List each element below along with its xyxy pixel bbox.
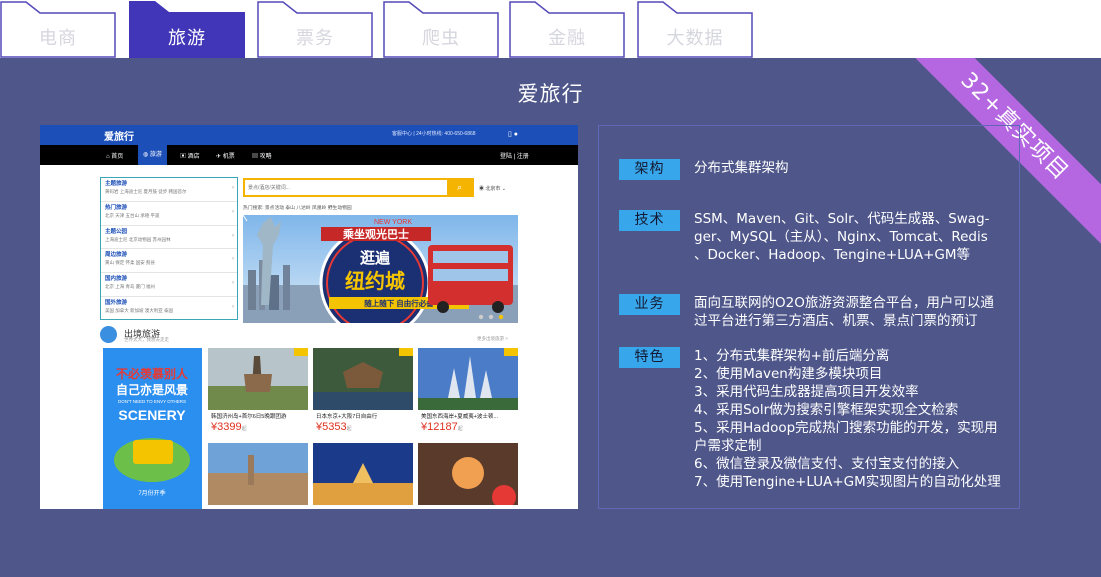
tour-card-image [418, 443, 518, 505]
tour-card-image [313, 443, 413, 505]
promo-line4: SCENERY [118, 407, 186, 423]
chevron-right-icon: › [232, 280, 234, 287]
section-subtitle: 世界太大，我想去走走 [124, 337, 169, 342]
tab-label: 爬虫 [422, 28, 460, 49]
tour-card[interactable] [313, 443, 413, 505]
banner-line2: 逛遍 [360, 249, 391, 267]
tab-label: 电商 [39, 28, 77, 49]
tour-card[interactable]: 韩国济州岛+首尔6日5晚跟团游 ¥3399起 [208, 348, 308, 434]
tab-ticketing[interactable]: 票务 [257, 1, 373, 58]
site-search-input[interactable] [245, 180, 427, 195]
site-nav-guide[interactable]: ▤ 攻略 [252, 151, 272, 160]
site-logo: 爱旅行 [104, 132, 134, 143]
promo-line1: 不必羡慕别人 [116, 366, 189, 381]
chevron-right-icon: › [232, 303, 234, 310]
project-panel: 爱旅行 32+真实项目 爱旅行 客服中心 | 24小时热线: 400-650-6… [0, 58, 1101, 577]
tour-card-image [313, 348, 413, 410]
search-icon[interactable]: ⌕ [447, 180, 472, 195]
tour-card-image [418, 348, 518, 410]
banner-new-york: NEW YORK [374, 219, 412, 226]
tab-label: 金融 [548, 28, 586, 49]
category-item[interactable]: 国内旅游 北京 上海 青岛 厦门 福州 › [101, 273, 237, 297]
chevron-right-icon: › [232, 232, 234, 239]
chevron-right-icon: › [232, 185, 234, 191]
detail-value: 面向互联网的O2O旅游资源整合平台，用户可以通 过平台进行第三方酒店、机票、景点… [694, 295, 994, 329]
site-nav-flight[interactable]: ✈ 机票 [216, 151, 235, 160]
hot-tag-icon [294, 348, 308, 356]
site-search: ⌕ [243, 178, 474, 197]
category-item[interactable]: 热门旅游 北京 天津 五台山 承德 平遥 › [101, 202, 237, 226]
tour-card[interactable] [208, 443, 308, 505]
tab-crawler[interactable]: 爬虫 [383, 1, 499, 58]
banner-graphic: 乘坐观光巴士 NEW YORK 逛遍 纽约城 随上随下 自由行必备 [243, 215, 518, 323]
tab-label: 大数据 [666, 28, 724, 49]
carousel-dots[interactable] [476, 313, 512, 321]
site-contact: 客服中心 | 24小时热线: 400-650-6868 [392, 131, 476, 137]
project-screenshot: 爱旅行 客服中心 | 24小时热线: 400-650-6868 ▯ ● ⌂ 首页… [40, 125, 578, 509]
page: 电商 旅游 票务 爬虫 金融 大数据 爱旅行 32+真实项目 爱旅行 客服中心 … [0, 0, 1101, 577]
banner-headline: 乘坐观光巴士 [342, 227, 409, 241]
category-item[interactable]: 主题旅游 黄码岩 上海迪士尼 夏月鼓 徒步 韩国首尔 › [101, 178, 237, 202]
hot-tag-icon [504, 348, 518, 356]
site-nav-home[interactable]: ⌂ 首页 [106, 151, 123, 160]
site-nav-tourism[interactable]: ◍ 旅游 [138, 145, 167, 165]
tab-label: 旅游 [168, 28, 206, 49]
detail-value: SSM、Maven、Git、Solr、代码生成器、Swag- ger、MySQL… [694, 211, 990, 263]
banner-line3: 纽约城 [345, 269, 405, 293]
detail-label: 特色 [619, 347, 680, 368]
site-nav-hotel[interactable]: ▣ 酒店 [180, 151, 200, 160]
city-selector[interactable]: ◉ 北京市 ⌄ [479, 185, 506, 192]
site-top-bar: 爱旅行 客服中心 | 24小时热线: 400-650-6868 ▯ ● [40, 125, 578, 145]
promo-line3: DON'T NEED TO ENVY OTHERS [118, 399, 186, 404]
site-nav: ⌂ 首页 ◍ 旅游 ▣ 酒店 ✈ 机票 ▤ 攻略 登陆 | 注册 [40, 145, 578, 165]
project-tabs: 电商 旅游 票务 爬虫 金融 大数据 [0, 0, 1101, 58]
category-item[interactable]: 国外旅游 美国 加拿大 新加坡 澳大利亚 泰国 › [101, 297, 237, 321]
project-title: 爱旅行 [517, 82, 584, 106]
section-more-link[interactable]: 更多出境旅游 > [477, 336, 508, 342]
hero-banner[interactable]: 乘坐观光巴士 NEW YORK 逛遍 纽约城 随上随下 自由行必备 [243, 215, 518, 323]
promo-line2: 自己亦是风景 [116, 382, 188, 397]
tab-big-data[interactable]: 大数据 [637, 1, 753, 58]
category-item[interactable]: 主题公园 上海迪士尼 北京动物园 苏州园林 › [101, 226, 237, 250]
promo-graphic: 不必羡慕别人 自己亦是风景 DON'T NEED TO ENVY OTHERS … [103, 348, 202, 509]
tab-ecommerce[interactable]: 电商 [0, 1, 116, 58]
hot-tag-icon [399, 348, 413, 356]
tour-card[interactable] [418, 443, 518, 505]
detail-label: 架构 [619, 159, 680, 180]
promo-line5: 7月份开季 [138, 489, 165, 497]
tour-card[interactable]: 日本东京+大阪7日自由行 ¥5353起 [313, 348, 413, 434]
category-menu: 主题旅游 黄码岩 上海迪士尼 夏月鼓 徒步 韩国首尔 › 热门旅游 北京 天津 … [100, 177, 238, 320]
tour-card[interactable]: 美国东西海岸+夏威夷+波士顿... ¥12187起 [418, 348, 518, 434]
detail-value: 分布式集群架构 [694, 160, 789, 176]
airplane-icon [100, 326, 117, 343]
tab-finance[interactable]: 金融 [509, 1, 625, 58]
tab-tourism[interactable]: 旅游 [129, 1, 245, 58]
tab-label: 票务 [296, 28, 334, 49]
hot-searches[interactable]: 热门搜索: 景点活动 泰山 八达岭 凤凰岭 野生动物园 [243, 204, 352, 211]
phone-chat-icon: ▯ ● [507, 131, 518, 138]
chevron-right-icon: › [232, 208, 234, 215]
promo-poster[interactable]: 不必羡慕别人 自己亦是风景 DON'T NEED TO ENVY OTHERS … [103, 348, 202, 509]
detail-label: 技术 [619, 210, 680, 231]
detail-value: 1、分布式集群架构+前后端分离 2、使用Maven构建多模块项目 3、采用代码生… [694, 348, 1001, 490]
site-login[interactable]: 登陆 | 注册 [500, 151, 529, 160]
category-item[interactable]: 周边旅游 黄山 保定 怀柔 国安 蓟县 › [101, 249, 237, 274]
tour-card-image [208, 443, 308, 505]
chevron-right-icon: › [232, 256, 234, 263]
tour-card-image [208, 348, 308, 410]
project-details: 架构 分布式集群架构 技术 SSM、Maven、Git、Solr、代码生成器、S… [598, 125, 1020, 509]
banner-tagline: 随上随下 自由行必备 [364, 298, 434, 308]
detail-label: 业务 [619, 294, 680, 315]
